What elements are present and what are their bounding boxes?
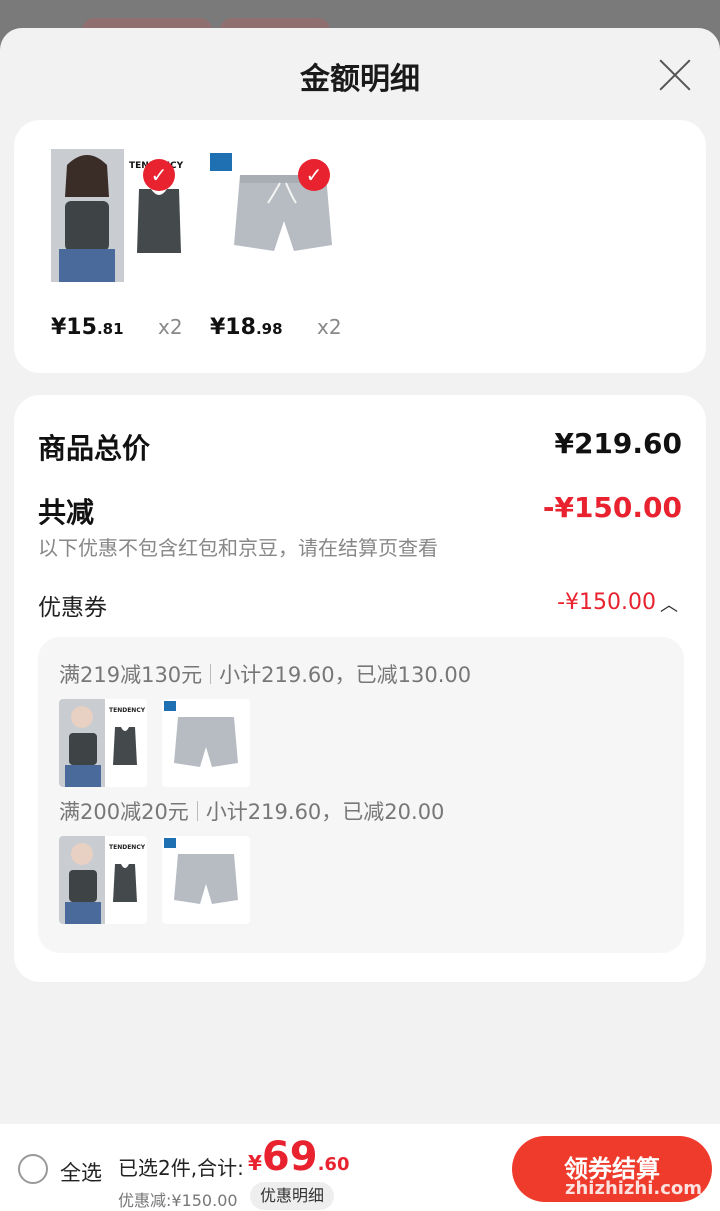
coupon-details: 满219减130元 小计219.60，已减130.00 TENDENCY 满20…: [38, 637, 684, 953]
coupon-product-thumbnail: [162, 699, 250, 787]
discount-summary: 优惠减:¥150.00: [118, 1191, 238, 1210]
discount-detail-button[interactable]: 优惠明细: [250, 1182, 335, 1210]
product-quantity: x2: [158, 315, 183, 339]
brand-label: TENDENCY: [109, 707, 146, 714]
products-card: TENDENCY ✓ ¥15.81 x2 ✓ ¥18.98 x2: [14, 120, 706, 373]
product-thumbnail: TENDENCY ✓: [51, 149, 201, 282]
sheet-title: 金额明细: [300, 62, 420, 97]
total-value: ¥219.60: [554, 427, 682, 460]
reduce-label: 共减: [38, 496, 95, 529]
coupon-product-thumbnail: TENDENCY: [59, 836, 147, 924]
coupon-rule: 满200减20元 小计219.60，已减20.00: [59, 800, 445, 824]
reduce-value: -¥150.00: [542, 491, 682, 524]
product-price: ¥15.81: [51, 315, 124, 340]
selected-count-text: 已选2件,合计:: [118, 1156, 244, 1180]
product-item[interactable]: ✓ ¥18.98 x2: [210, 149, 360, 340]
coupon-product-thumbnail: TENDENCY: [59, 699, 147, 787]
product-price: ¥18.98: [210, 315, 283, 340]
discount-note: 以下优惠不包含红包和京豆，请在结算页查看: [38, 536, 438, 560]
total-label: 商品总价: [38, 432, 151, 465]
product-item[interactable]: TENDENCY ✓ ¥15.81 x2: [51, 149, 201, 340]
coupon-value: -¥150.00: [557, 590, 656, 615]
select-all-radio[interactable]: [18, 1154, 48, 1184]
watermark: zhizhizhi.com: [565, 1178, 703, 1199]
product-thumbnail: ✓: [210, 149, 360, 282]
coupon-rule: 满219减130元 小计219.60，已减130.00: [59, 663, 472, 687]
chevron-up-icon[interactable]: ︿: [660, 591, 678, 617]
checkmark-icon[interactable]: ✓: [298, 159, 330, 191]
close-icon[interactable]: [658, 58, 692, 92]
brand-label: TENDENCY: [109, 844, 146, 851]
shorts-image: [164, 838, 238, 904]
amount-detail-sheet: 金额明细 TENDENCY ✓ ¥15.81 x2: [0, 28, 720, 1211]
summary-card: 商品总价 ¥219.60 共减 -¥150.00 以下优惠不包含红包和京豆，请在…: [14, 395, 706, 982]
checkmark-icon[interactable]: ✓: [143, 159, 175, 191]
shorts-image: [164, 701, 238, 767]
coupon-label: 优惠券: [38, 595, 107, 621]
product-quantity: x2: [317, 315, 342, 339]
select-all-label[interactable]: 全选: [60, 1157, 102, 1187]
shorts-image: [210, 153, 332, 251]
total-price: ¥69.60: [248, 1134, 350, 1180]
coupon-product-thumbnail: [162, 836, 250, 924]
